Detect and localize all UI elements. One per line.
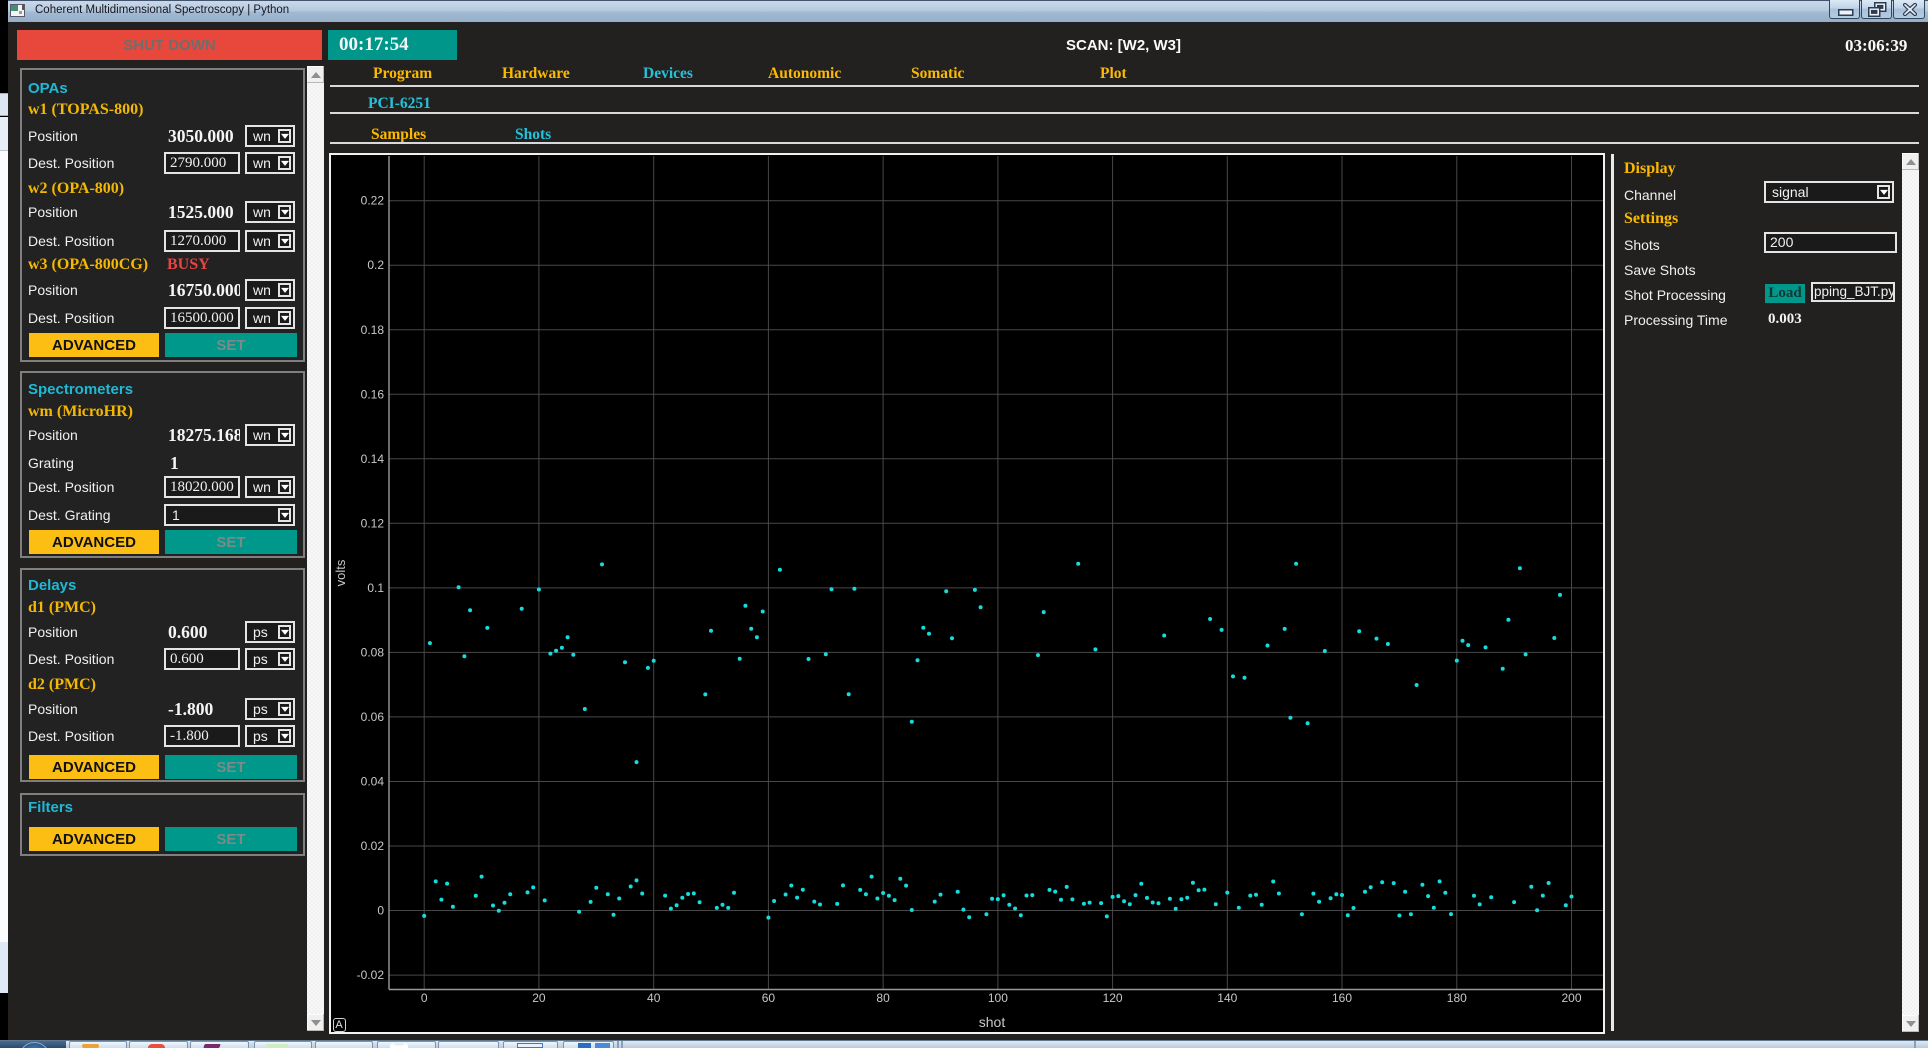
svg-text:120: 120 [1103,991,1123,1005]
svg-text:0.06: 0.06 [361,710,385,724]
svg-text:0.1: 0.1 [367,581,384,595]
svg-text:140: 140 [1217,991,1237,1005]
svg-text:60: 60 [762,991,776,1005]
svg-text:40: 40 [647,991,661,1005]
svg-text:0: 0 [421,991,428,1005]
svg-text:0.2: 0.2 [367,258,384,272]
svg-text:0.08: 0.08 [361,645,385,659]
svg-text:0.14: 0.14 [361,452,385,466]
svg-text:100: 100 [988,991,1008,1005]
svg-text:80: 80 [876,991,890,1005]
svg-text:shot: shot [979,1014,1006,1030]
svg-text:180: 180 [1447,991,1467,1005]
svg-text:0: 0 [377,904,384,918]
svg-text:20: 20 [532,991,546,1005]
svg-text:0.04: 0.04 [361,775,385,789]
svg-text:0.02: 0.02 [361,839,385,853]
svg-text:0.18: 0.18 [361,323,385,337]
svg-text:160: 160 [1332,991,1352,1005]
svg-text:0.16: 0.16 [361,387,385,401]
svg-text:200: 200 [1561,991,1581,1005]
svg-text:0.12: 0.12 [361,516,385,530]
svg-text:-0.02: -0.02 [357,968,385,982]
svg-text:0.22: 0.22 [361,194,385,208]
svg-text:volts: volts [333,559,348,586]
